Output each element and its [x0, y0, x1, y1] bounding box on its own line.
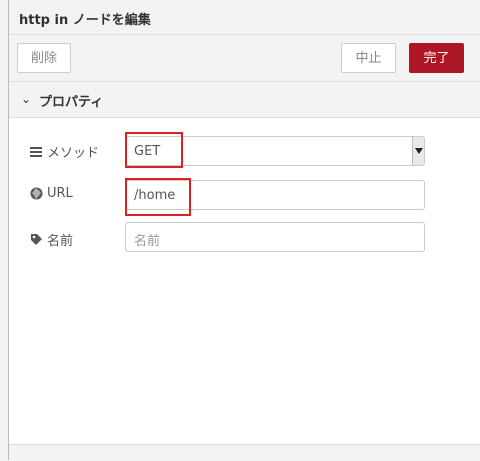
name-label: 名前: [29, 230, 73, 249]
name-placeholder: 名前: [134, 234, 161, 249]
list-icon: [29, 145, 43, 159]
url-value: /home: [134, 188, 176, 203]
edit-node-panel: http in ノードを編集 削除 中止 完了 ⌄ プロパティ メソッド GET…: [8, 0, 480, 461]
url-label: URL: [29, 186, 73, 201]
name-label-text: 名前: [47, 234, 74, 249]
cancel-button[interactable]: 中止: [341, 43, 396, 73]
chevron-down-icon: [412, 137, 424, 165]
name-input[interactable]: 名前: [125, 222, 425, 252]
dialog-title: http in ノードを編集: [19, 13, 151, 28]
properties-title: プロパティ: [39, 95, 104, 110]
method-select[interactable]: GET: [125, 136, 425, 166]
url-input[interactable]: /home: [125, 180, 425, 210]
method-label: メソッド: [29, 142, 99, 161]
globe-icon: [29, 187, 43, 201]
properties-content: メソッド GET URL /home 名前 名前: [9, 118, 480, 444]
done-button[interactable]: 完了: [409, 43, 464, 73]
url-label-text: URL: [47, 186, 73, 201]
method-label-text: メソッド: [47, 146, 100, 161]
chevron-down-icon: ⌄: [21, 92, 32, 106]
delete-button[interactable]: 削除: [17, 43, 71, 73]
dialog-footer: [9, 444, 480, 461]
tag-icon: [29, 233, 43, 247]
dialog-toolbar: 削除 中止 完了: [9, 35, 480, 82]
properties-section[interactable]: ⌄ プロパティ: [9, 82, 480, 118]
method-value: GET: [134, 144, 161, 159]
dialog-titlebar: http in ノードを編集: [9, 0, 480, 35]
